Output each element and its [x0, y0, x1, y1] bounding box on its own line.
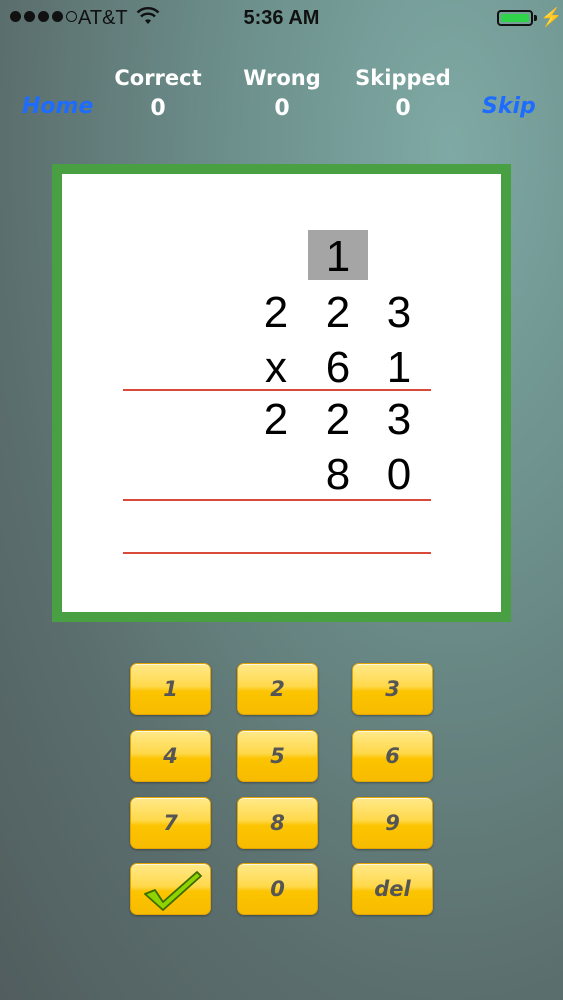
home-button[interactable]: Home — [22, 94, 93, 119]
wrong-label: Wrong — [243, 66, 321, 90]
partial2-digit-ones: 0 — [386, 450, 412, 499]
battery-tip — [534, 15, 537, 21]
score-correct: Correct 0 — [98, 66, 218, 121]
score-wrong: Wrong 0 — [222, 66, 342, 121]
partial1-digit-ones: 3 — [386, 395, 412, 444]
multiplier-digit-ones: 1 — [386, 343, 412, 392]
correct-count: 0 — [150, 96, 166, 121]
correct-label: Correct — [114, 66, 202, 90]
clock: 5:36 AM — [243, 7, 320, 29]
key-6[interactable]: 6 — [352, 730, 433, 782]
multiply-operator: x — [265, 343, 287, 392]
checkmark-icon — [144, 871, 202, 911]
answer-rule-2 — [123, 499, 431, 501]
multiplier-digit-tens: 6 — [325, 343, 351, 392]
skip-button[interactable]: Skip — [482, 94, 536, 119]
charging-bolt-icon: ⚡ — [540, 7, 563, 27]
status-bar: AT&T 5:36 AM ⚡ — [0, 0, 563, 40]
key-9[interactable]: 9 — [352, 797, 433, 849]
key-2[interactable]: 2 — [237, 663, 318, 715]
answer-rule-3 — [123, 552, 431, 554]
multiplicand-digit-tens: 2 — [325, 288, 351, 337]
carry-digit: 1 — [325, 232, 351, 281]
key-1[interactable]: 1 — [130, 663, 211, 715]
key-8[interactable]: 8 — [237, 797, 318, 849]
partial1-digit-tens: 2 — [325, 395, 351, 444]
key-4[interactable]: 4 — [130, 730, 211, 782]
answer-rule-1 — [123, 389, 431, 391]
score-skipped: Skipped 0 — [343, 66, 463, 121]
partial1-digit-hundreds: 2 — [263, 395, 289, 444]
key-3[interactable]: 3 — [352, 663, 433, 715]
key-5[interactable]: 5 — [237, 730, 318, 782]
partial2-digit-tens: 8 — [325, 450, 351, 499]
submit-button[interactable] — [130, 863, 211, 915]
battery-icon — [497, 10, 533, 26]
delete-button[interactable]: del — [352, 863, 433, 915]
problem-area — [62, 174, 501, 612]
skipped-count: 0 — [395, 96, 411, 121]
wrong-count: 0 — [274, 96, 290, 121]
multiplicand-digit-ones: 3 — [386, 288, 412, 337]
key-7[interactable]: 7 — [130, 797, 211, 849]
key-0[interactable]: 0 — [237, 863, 318, 915]
multiplicand-digit-hundreds: 2 — [263, 288, 289, 337]
skipped-label: Skipped — [355, 66, 451, 90]
